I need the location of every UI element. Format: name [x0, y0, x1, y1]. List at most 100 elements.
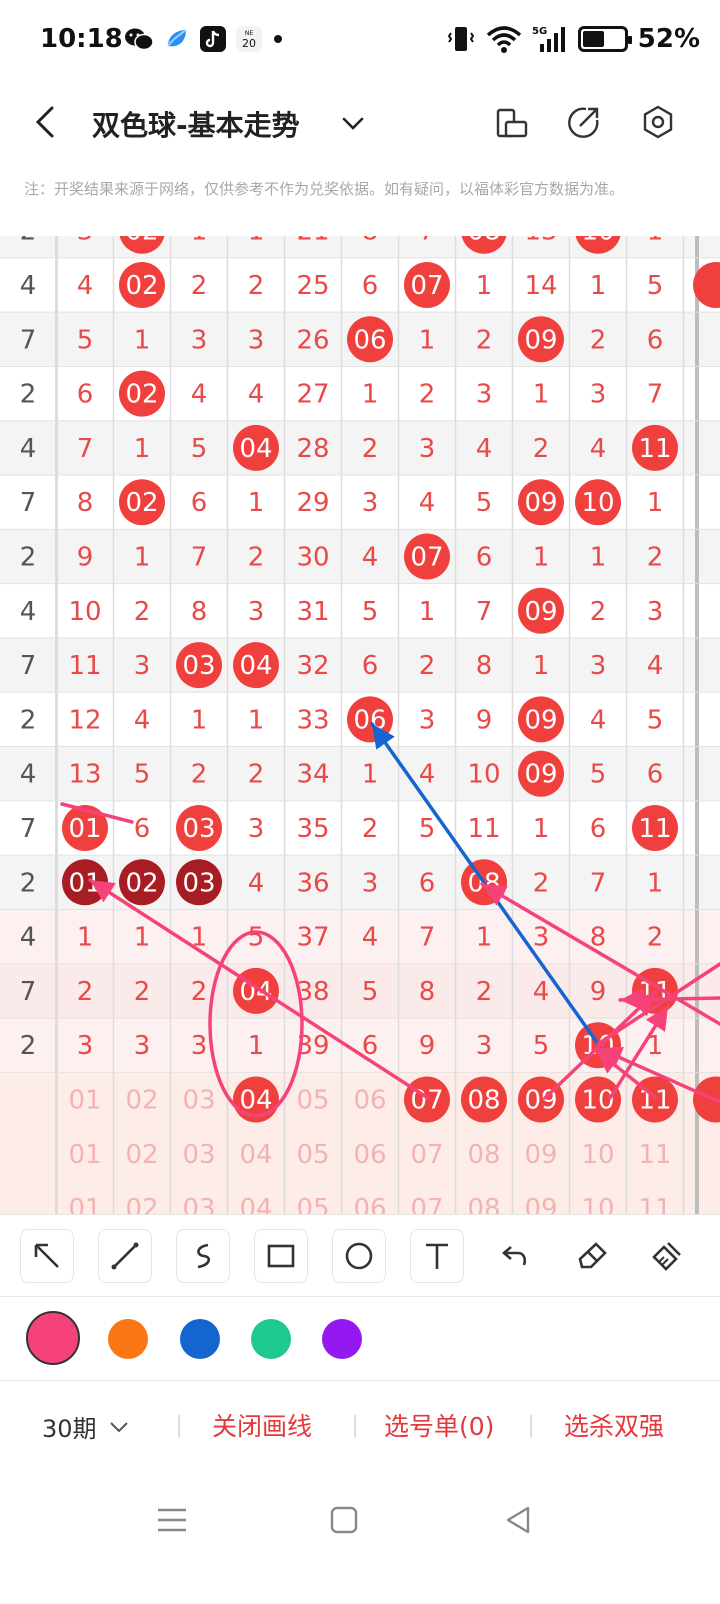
share-icon[interactable] — [566, 104, 602, 140]
wechat-icon — [125, 28, 154, 51]
system-nav-bar — [0, 1480, 720, 1604]
grid-cell: 7 — [590, 868, 607, 898]
line-tool-button[interactable] — [98, 1229, 152, 1283]
grid-cell: 3 — [590, 380, 607, 410]
hit-ball-number: 07 — [410, 271, 443, 301]
eraser-tool-button[interactable] — [566, 1229, 620, 1283]
grid-cell: 3 — [476, 380, 493, 410]
grid-cell: 6 — [590, 814, 607, 844]
circle-icon — [345, 1242, 373, 1270]
grid-row-bg — [0, 420, 720, 476]
hit-ball-number: 09 — [524, 760, 557, 790]
undo-tool-button[interactable] — [488, 1229, 542, 1283]
text-tool-button[interactable] — [410, 1229, 464, 1283]
grid-cell: 1 — [419, 325, 436, 355]
grid-row-bg — [0, 529, 720, 584]
grid-cell: 2 — [362, 434, 379, 464]
wifi-icon — [486, 26, 521, 53]
arrow-up-left-icon — [34, 1243, 59, 1268]
home-icon[interactable] — [324, 1500, 364, 1540]
curve-tool-button[interactable] — [176, 1229, 230, 1283]
trend-chart[interactable]: 2302112187081310144022225607114157513326… — [0, 236, 720, 1214]
grid-cell: 3 — [191, 325, 208, 355]
grid-cell: 5 — [647, 271, 664, 301]
hit-ball-number: 02 — [125, 271, 158, 301]
grid-cell: 1 — [533, 651, 550, 681]
trend-grid[interactable]: 2302112187081310144022225607114157513326… — [0, 236, 720, 1214]
back-arrow-icon[interactable] — [26, 102, 66, 142]
grid-cell: 3 — [419, 434, 436, 464]
vibrate-icon — [447, 27, 474, 51]
color-swatch-2[interactable] — [180, 1319, 220, 1359]
pick-list-button[interactable]: 选号单(0) — [384, 1407, 494, 1443]
grid-cell: 2 — [248, 760, 265, 790]
grid-cell: 10 — [467, 760, 500, 790]
grid-cell: 30 — [296, 543, 329, 573]
kill-strong-button[interactable]: 选杀双强 — [564, 1407, 664, 1443]
grid-cell: 1 — [191, 236, 208, 247]
grid-cell: 21 — [296, 236, 329, 247]
row-label: 2 — [20, 543, 37, 573]
select-number: 07 — [410, 1194, 443, 1214]
select-number: 03 — [182, 1140, 215, 1170]
grid-cell: 2 — [476, 977, 493, 1007]
grid-cell: 1 — [248, 1031, 265, 1061]
grid-cell: 6 — [191, 488, 208, 518]
color-swatch-4[interactable] — [322, 1319, 362, 1359]
line-icon — [111, 1242, 139, 1270]
grid-cell: 4 — [362, 923, 379, 953]
grid-cell: 4 — [362, 543, 379, 573]
dot-icon — [274, 35, 282, 43]
grid-cell: 1 — [647, 488, 664, 518]
tiktok-icon — [200, 26, 226, 52]
page-title[interactable]: 双色球-基本走势 — [92, 104, 300, 144]
grid-cell: 10 — [68, 597, 101, 627]
grid-row-bg — [0, 963, 720, 1019]
circle-tool-button[interactable] — [332, 1229, 386, 1283]
select-number: 03 — [182, 1194, 215, 1214]
color-swatch-1[interactable] — [108, 1319, 148, 1359]
settings-icon[interactable] — [640, 104, 676, 140]
rectangle-tool-button[interactable] — [254, 1229, 308, 1283]
grid-cell: 2 — [248, 271, 265, 301]
grid-cell: 2 — [419, 651, 436, 681]
hit-ball-number: 04 — [239, 1086, 272, 1116]
clear-tool-button[interactable] — [640, 1229, 694, 1283]
grid-cell: 3 — [248, 597, 265, 627]
grid-cell: 5 — [362, 977, 379, 1007]
hit-ball-number: 08 — [467, 236, 500, 247]
grid-cell: 2 — [533, 868, 550, 898]
status-time: 10:18 — [40, 24, 123, 54]
chevron-down-icon[interactable] — [338, 108, 368, 138]
row-label: 7 — [20, 814, 37, 844]
close-lines-button[interactable]: 关闭画线 — [212, 1407, 312, 1443]
select-number: 08 — [467, 1140, 500, 1170]
hit-ball-number: 03 — [182, 868, 215, 898]
grid-cell: 5 — [647, 705, 664, 735]
period-selector[interactable]: 30期 — [42, 1409, 131, 1444]
hit-ball-number: 10 — [581, 488, 614, 518]
grid-cell: 1 — [533, 543, 550, 573]
back-icon[interactable] — [498, 1500, 538, 1540]
grid-cell: 11 — [467, 814, 500, 844]
hit-ball-number: 06 — [353, 325, 386, 355]
rotate-screen-icon[interactable] — [494, 104, 530, 140]
grid-cell: 2 — [419, 380, 436, 410]
row-label: 4 — [20, 760, 37, 790]
grid-row-bg — [0, 909, 720, 964]
row-label: 7 — [20, 651, 37, 681]
grid-cell: 5 — [590, 760, 607, 790]
grid-cell: 2 — [533, 434, 550, 464]
color-swatch-3[interactable] — [251, 1319, 291, 1359]
select-number: 06 — [353, 1140, 386, 1170]
grid-cell: 14 — [524, 271, 557, 301]
arrow-tool-button[interactable] — [20, 1229, 74, 1283]
grid-cell: 7 — [77, 434, 94, 464]
menu-icon[interactable] — [152, 1500, 192, 1540]
grid-cell: 31 — [296, 597, 329, 627]
grid-cell: 3 — [191, 1031, 208, 1061]
hit-ball-number: 09 — [524, 597, 557, 627]
signal-5g-icon: 5G — [532, 26, 565, 52]
divider — [178, 1415, 180, 1437]
color-swatch-0[interactable] — [26, 1311, 80, 1365]
